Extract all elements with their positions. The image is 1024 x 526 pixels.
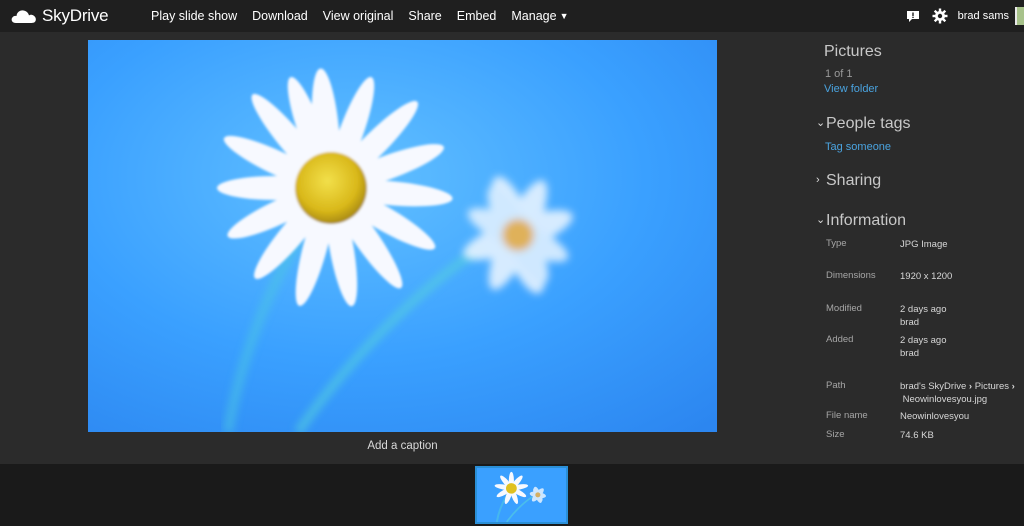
user-name[interactable]: brad sams <box>958 10 1009 22</box>
path-file: Neowinlovesyou.jpg <box>902 394 988 405</box>
folder-title: Pictures <box>824 43 882 60</box>
gear-icon[interactable] <box>931 7 949 25</box>
cloud-icon <box>10 7 38 25</box>
chevron-down-icon: ▼ <box>559 11 569 21</box>
add-caption-field[interactable]: Add a caption <box>88 440 717 452</box>
chevron-down-icon: ⌄ <box>816 117 826 129</box>
photo-toolbar: Play slide show Download View original S… <box>151 0 583 32</box>
main-photo[interactable] <box>88 40 717 432</box>
feedback-icon[interactable] <box>904 7 922 25</box>
chevron-down-icon: ⌄ <box>816 214 826 226</box>
manage-menu[interactable]: Manage ▼ <box>511 9 568 23</box>
top-bar: SkyDrive Play slide show Download View o… <box>0 0 1024 32</box>
path-folder-link[interactable]: Pictures <box>975 381 1009 392</box>
manage-label: Manage <box>511 9 557 23</box>
view-folder-link[interactable]: View folder <box>824 83 878 95</box>
account-tools: brad sams <box>904 0 1024 32</box>
path-root-link[interactable]: brad's SkyDrive <box>900 381 966 392</box>
avatar[interactable] <box>1015 7 1024 25</box>
download-button[interactable]: Download <box>252 9 308 23</box>
chevron-right-icon: › <box>968 381 973 392</box>
skydrive-logo[interactable]: SkyDrive <box>10 4 109 28</box>
information-title: Information <box>826 212 907 229</box>
embed-button[interactable]: Embed <box>457 9 497 23</box>
view-original-button[interactable]: View original <box>323 9 394 23</box>
tag-someone-link[interactable]: Tag someone <box>825 141 891 153</box>
photo-thumbnail[interactable] <box>475 466 568 524</box>
sharing-title: Sharing <box>826 172 882 189</box>
information-header[interactable]: ⌄Information <box>816 212 906 230</box>
people-tags-header[interactable]: ⌄People tags <box>816 115 911 133</box>
people-tags-title: People tags <box>826 115 911 132</box>
brand-name: SkyDrive <box>42 6 109 25</box>
filmstrip <box>0 464 1024 526</box>
chevron-right-icon: › <box>1011 381 1015 392</box>
share-button[interactable]: Share <box>408 9 441 23</box>
chevron-right-icon: › <box>816 174 820 186</box>
photo-count: 1 of 1 <box>825 68 853 80</box>
sharing-header[interactable]: › Sharing <box>816 172 881 190</box>
play-slideshow-button[interactable]: Play slide show <box>151 9 237 23</box>
